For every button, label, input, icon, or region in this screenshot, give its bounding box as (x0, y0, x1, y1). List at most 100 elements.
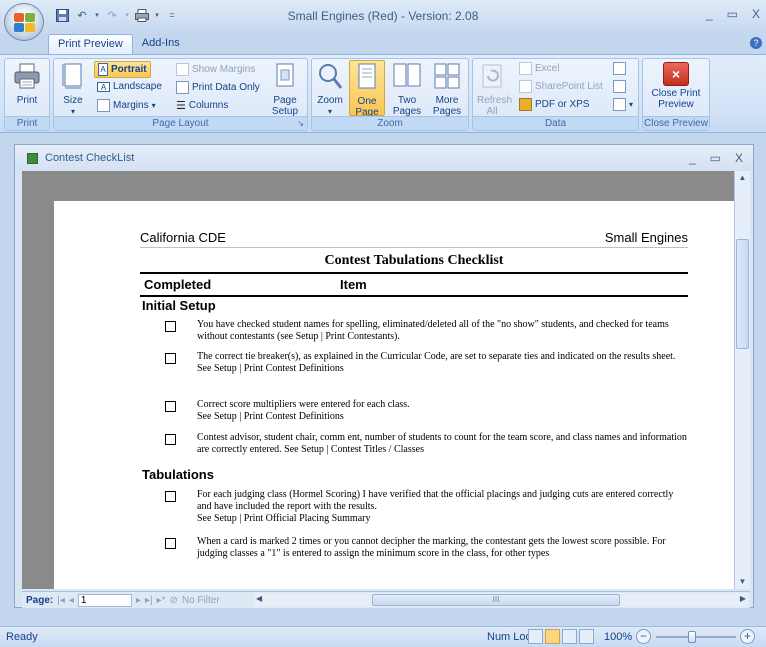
vertical-scrollbar[interactable]: ▲ ▼ (734, 171, 750, 589)
last-page-icon[interactable]: ▸| (145, 595, 153, 606)
portrait-button[interactable]: A Portrait (94, 61, 151, 78)
doc-minimize-button[interactable]: _ (689, 151, 696, 165)
print-group: Print Print (4, 58, 50, 131)
magnifier-icon (314, 62, 346, 93)
text-export-button[interactable] (613, 80, 626, 93)
zoom-level: 100% (604, 631, 633, 643)
page-number-input[interactable]: 1 (77, 593, 132, 607)
doc-restore-button[interactable]: ▭ (710, 151, 721, 165)
previous-page-icon[interactable]: ◂ (69, 595, 74, 606)
sharepoint-export-button[interactable]: SharePoint List (519, 80, 603, 93)
checklist-item: When a card is marked 2 times or you can… (197, 536, 666, 559)
title-bar: ↶ ▾ ↷ ▾ ▾ = Small Engines (Red) - Versio… (0, 0, 766, 41)
column-header-item: Item (340, 277, 367, 292)
one-page-icon (350, 63, 384, 94)
help-icon[interactable]: ? (750, 37, 762, 49)
checkbox (165, 353, 176, 364)
print-data-only-checkbox[interactable]: Print Data Only (176, 81, 260, 94)
close-preview-group-label: Close Preview (643, 116, 709, 130)
dialog-launcher-icon[interactable]: ↘ (297, 117, 304, 130)
page-setup-icon (266, 62, 304, 93)
scroll-right-icon[interactable]: ▶ (740, 594, 746, 603)
checklist-item: Contest advisor, student chair, comm ent… (197, 432, 687, 455)
close-print-preview-button[interactable]: × Close Print Preview (645, 62, 707, 110)
checkbox-icon (176, 63, 189, 76)
one-page-button[interactable]: One Page (349, 60, 385, 118)
close-preview-group: × Close Print Preview Close Preview (642, 58, 710, 131)
page-label: Page: (26, 594, 54, 606)
page-setup-label: Page Setup (271, 95, 299, 117)
word-export-button[interactable] (613, 62, 626, 75)
more-export-button[interactable]: ▾ (613, 98, 633, 111)
scroll-left-icon[interactable]: ◀ (256, 594, 262, 603)
restore-button[interactable]: ▭ (727, 7, 738, 21)
landscape-icon: A (97, 81, 110, 92)
print-data-only-label: Print Data Only (192, 82, 260, 93)
excel-icon (519, 62, 532, 75)
scroll-thumb[interactable] (736, 239, 749, 349)
size-label: Size (63, 95, 83, 106)
zoom-in-icon[interactable]: + (740, 629, 755, 644)
print-label: Print (16, 95, 38, 106)
print-preview-view-icon[interactable] (545, 629, 560, 644)
refresh-all-button[interactable]: Refresh All (475, 62, 512, 117)
portrait-label: Portrait (111, 64, 147, 75)
columns-button[interactable]: ☰ Columns (176, 99, 228, 112)
zoom-slider[interactable] (656, 636, 736, 638)
page-setup-button[interactable]: Page Setup (266, 62, 304, 117)
layout-view-icon[interactable] (562, 629, 577, 644)
title-divider (140, 272, 688, 274)
show-margins-label: Show Margins (192, 64, 256, 75)
preview-canvas[interactable]: California CDE Small Engines Contest Tab… (22, 171, 734, 589)
show-margins-checkbox[interactable]: Show Margins (176, 63, 255, 76)
two-pages-button[interactable]: Two Pages (389, 62, 425, 117)
pdf-icon (519, 98, 532, 111)
scroll-up-icon[interactable]: ▲ (735, 171, 750, 185)
print-group-label: Print (5, 116, 49, 130)
horizontal-scrollbar[interactable]: ◀ III ▶ (254, 593, 748, 607)
tab-print-preview[interactable]: Print Preview (48, 34, 133, 55)
pdf-xps-button[interactable]: PDF or XPS (519, 98, 589, 111)
report-icon (27, 153, 38, 164)
page-layout-group-label: Page Layout ↘ (54, 116, 307, 130)
checklist-item: You have checked student names for spell… (197, 319, 669, 342)
zoom-out-icon[interactable]: − (636, 629, 651, 644)
checklist-item: Correct score multipliers were entered f… (197, 399, 410, 422)
zoom-button[interactable]: Zoom ▾ (314, 62, 346, 117)
zoom-slider-thumb[interactable] (688, 631, 696, 643)
columns-label: Columns (188, 100, 229, 111)
close-button[interactable]: X (752, 7, 760, 21)
size-button[interactable]: Size ▾ (58, 62, 88, 117)
no-filter-button[interactable]: No Filter (182, 595, 220, 606)
design-view-icon[interactable] (579, 629, 594, 644)
office-button[interactable] (4, 3, 44, 41)
next-page-icon[interactable]: ▸ (136, 595, 141, 606)
checkbox (165, 321, 176, 332)
report-header-right: Small Engines (604, 230, 688, 245)
horizontal-scroll-thumb[interactable]: III (372, 594, 620, 606)
more-pages-label: More Pages (432, 95, 462, 117)
report-view-icon[interactable] (528, 629, 543, 644)
print-button[interactable]: Print (8, 62, 46, 106)
minimize-button[interactable]: _ (706, 7, 713, 21)
document-title: Contest CheckList (45, 152, 135, 164)
no-filter-icon: ⊘ (169, 594, 178, 606)
first-page-icon[interactable]: |◂ (57, 595, 65, 606)
one-page-label: One Page (355, 96, 379, 118)
page-layout-label: Page Layout (152, 118, 209, 129)
margins-label: Margins (113, 100, 149, 111)
landscape-button[interactable]: A Landscape (97, 81, 162, 92)
margins-button[interactable]: Margins ▾ (97, 99, 156, 112)
tab-add-ins[interactable]: Add-Ins (133, 34, 189, 54)
margins-icon (97, 99, 110, 112)
more-pages-button[interactable]: More Pages (427, 62, 467, 117)
scroll-down-icon[interactable]: ▼ (735, 575, 750, 589)
new-record-icon[interactable]: ▸* (157, 595, 166, 606)
report-page: California CDE Small Engines Contest Tab… (54, 201, 734, 589)
doc-close-button[interactable]: X (735, 151, 743, 165)
column-header-completed: Completed (144, 277, 212, 292)
data-group-label: Data (473, 116, 638, 130)
checklist-item: For each judging class (Hormel Scoring) … (197, 489, 674, 524)
close-preview-icon: × (663, 62, 689, 86)
excel-export-button[interactable]: Excel (519, 62, 559, 75)
